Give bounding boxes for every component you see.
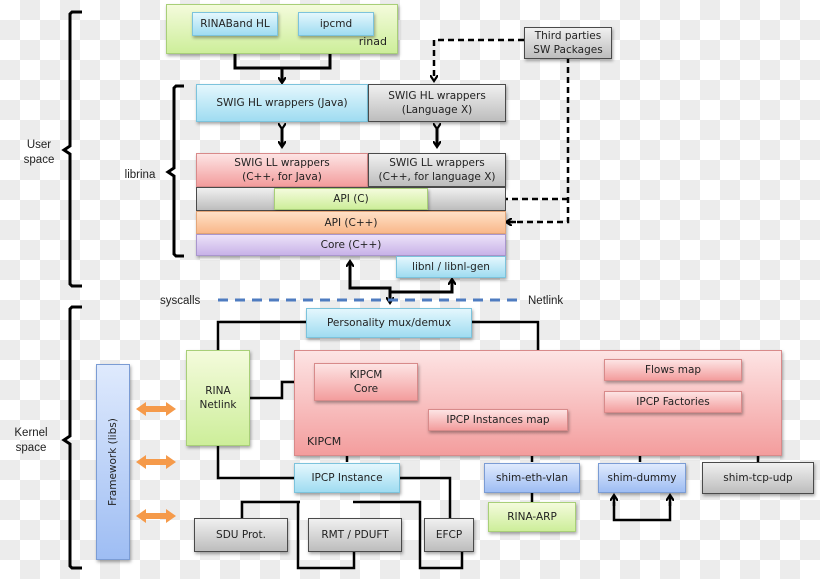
user-space-label: User space: [23, 139, 55, 166]
framework-arrows: [136, 402, 176, 523]
personality-mux-box[interactable]: Personality mux/demux: [306, 308, 472, 338]
api-cpp-box[interactable]: API (C++): [196, 211, 506, 234]
shim-tcp-udp-box[interactable]: shim-tcp-udp: [702, 462, 814, 494]
sdu-prot-box[interactable]: SDU Prot.: [194, 518, 288, 552]
kipcm-label: KIPCM: [307, 435, 342, 448]
personality-to-kipcm: [472, 320, 540, 350]
rina-netlink-box[interactable]: RINA Netlink: [186, 350, 250, 446]
shim-dummy-loop: [612, 502, 672, 522]
core-to-personality: [348, 262, 390, 302]
rinaband-hl-box[interactable]: RINABand HL: [192, 12, 278, 36]
swig-ll-x-box[interactable]: SWIG LL wrappers (C++, for language X): [368, 153, 506, 187]
ipcp-instances-map-box[interactable]: IPCP Instances map: [428, 409, 568, 431]
ipcmd-box[interactable]: ipcmd: [298, 12, 374, 36]
framework-libs-box[interactable]: Framework (libs): [96, 364, 130, 560]
personality-to-netlink: [216, 320, 306, 350]
third-party-packages-box[interactable]: Third parties SW Packages: [524, 27, 612, 59]
kernel-space-brace: [61, 305, 82, 570]
ipcp-factories-box[interactable]: IPCP Factories: [604, 391, 742, 413]
ipcp-instance-box[interactable]: IPCP Instance: [294, 463, 400, 493]
rmt-pduft-box[interactable]: RMT / PDUFT: [308, 518, 402, 552]
netlink-label: Netlink: [528, 295, 564, 307]
syscalls-label: syscalls: [160, 295, 201, 307]
swig-ll-java-box[interactable]: SWIG LL wrappers (C++, for Java): [196, 153, 368, 187]
kipcm-core-box[interactable]: KIPCM Core: [314, 363, 418, 401]
kernel-space-label: Kernel space: [14, 427, 48, 454]
netlink-to-ipcp-instance: [216, 444, 296, 480]
api-c-box[interactable]: API (C): [274, 188, 428, 210]
core-cpp-box[interactable]: Core (C++): [196, 234, 506, 256]
shim-eth-vlan-box[interactable]: shim-eth-vlan: [484, 463, 580, 493]
swig-hl-x-box[interactable]: SWIG HL wrappers (Language X): [368, 84, 506, 122]
rina-arp-box[interactable]: RINA-ARP: [488, 502, 576, 532]
libnl-box[interactable]: libnl / libnl-gen: [396, 256, 506, 278]
rinad-label: rinad: [358, 35, 387, 48]
libnl-to-personality: [390, 280, 452, 294]
user-space-brace: [61, 10, 82, 288]
framework-libs-label: Framework (libs): [107, 418, 119, 506]
librina-brace: [165, 84, 184, 258]
flows-map-box[interactable]: Flows map: [604, 359, 742, 381]
shim-dummy-box[interactable]: shim-dummy: [598, 463, 686, 493]
librina-label: librina: [124, 169, 156, 181]
swig-hl-java-box[interactable]: SWIG HL wrappers (Java): [196, 84, 368, 122]
efcp-box[interactable]: EFCP: [424, 518, 474, 552]
third-party-dashed-to-swig-x: [434, 38, 524, 80]
